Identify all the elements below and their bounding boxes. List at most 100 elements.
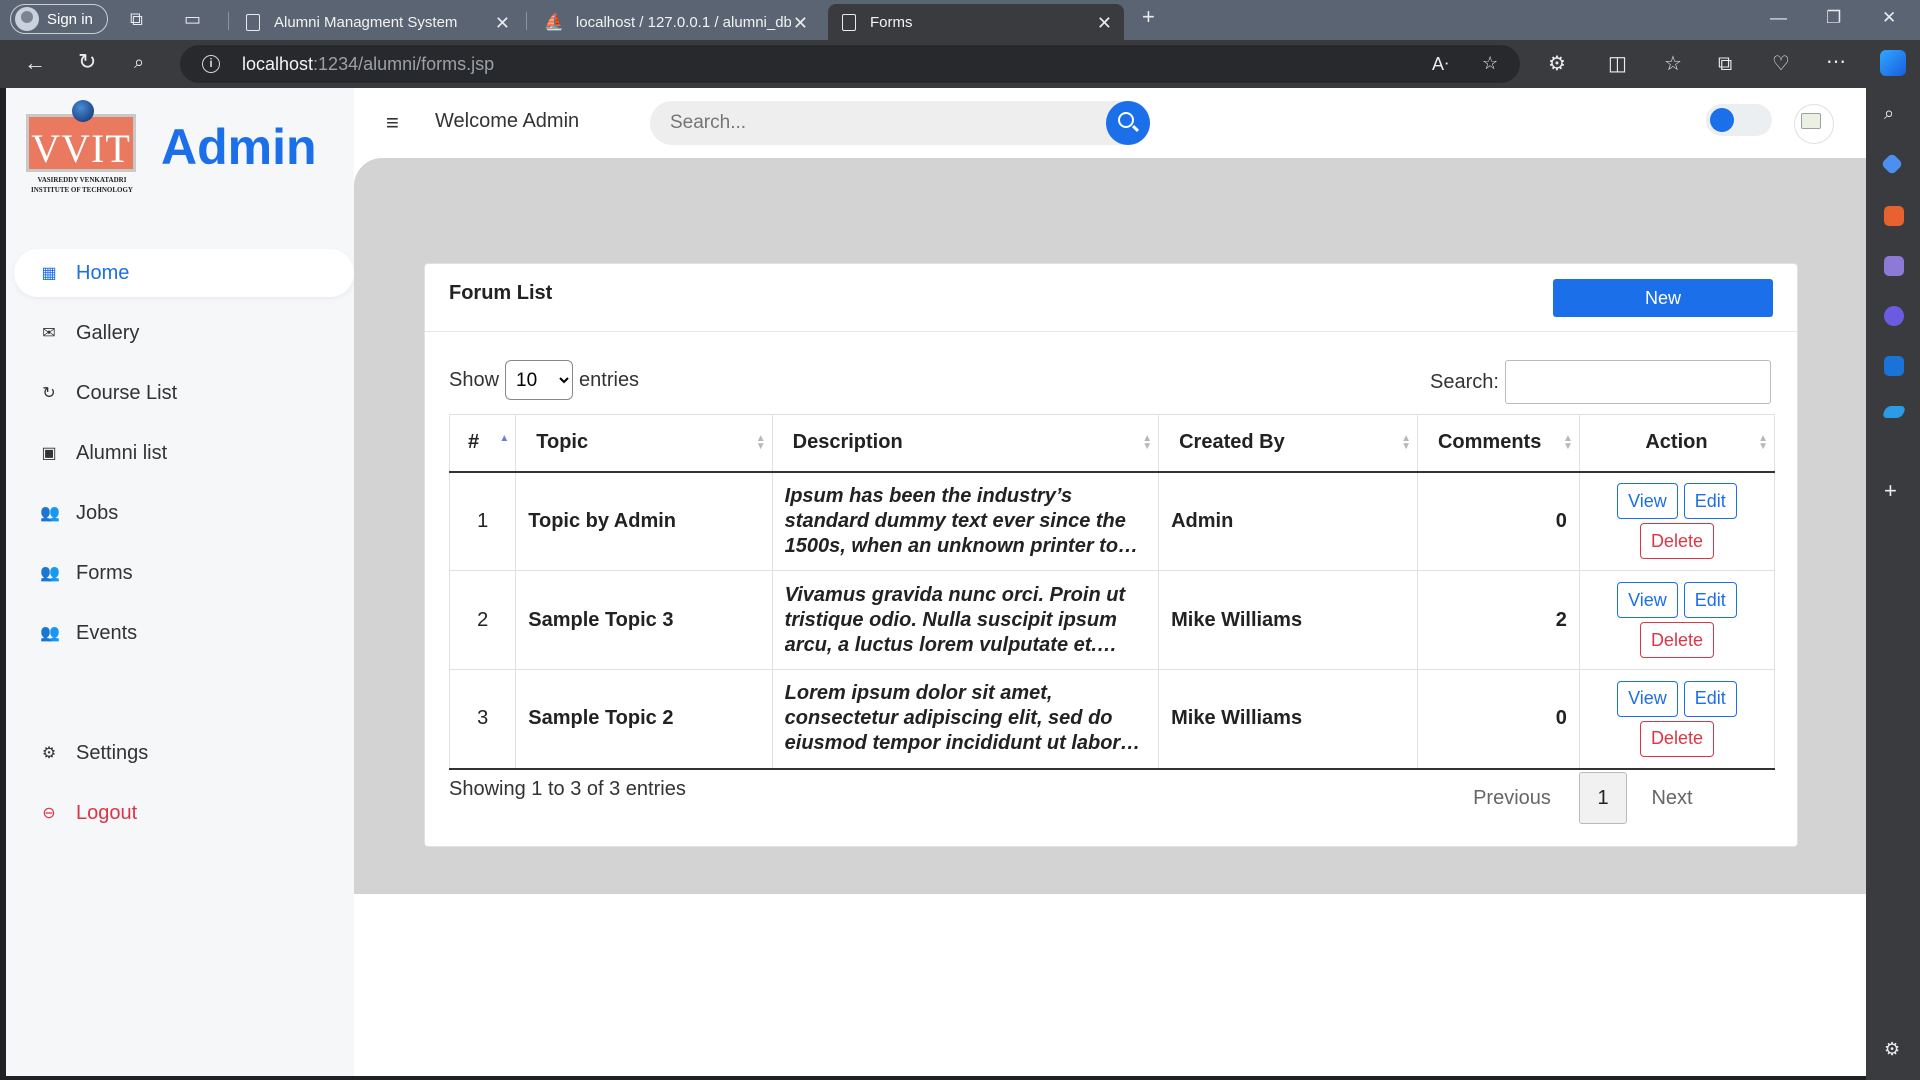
- users-icon: 👥: [40, 625, 60, 642]
- sidebar-item-label: Logout: [76, 801, 138, 824]
- refresh-icon: ↻: [42, 385, 56, 402]
- users-icon: 👥: [40, 505, 60, 522]
- logo-caption: VASIREDDY VENKATADRI: [37, 176, 127, 184]
- edit-button[interactable]: Edit: [1683, 483, 1737, 520]
- row-comments: 0: [1416, 669, 1580, 770]
- sign-in-button[interactable]: Sign in: [10, 4, 108, 34]
- browser-toolbar: ← ↻ ⌕ i localhost:1234/alumni/forms.jsp …: [0, 40, 1920, 88]
- envelope-icon: ✉: [42, 325, 56, 342]
- table-search-input[interactable]: [1504, 360, 1771, 404]
- next-page-button[interactable]: Next: [1627, 787, 1717, 810]
- search-input[interactable]: [668, 101, 1048, 145]
- workspaces-icon[interactable]: ⧉: [130, 10, 143, 28]
- column-header-topic[interactable]: Topic ▲ ▼: [515, 414, 773, 473]
- row-index: 1: [448, 471, 517, 571]
- extensions-icon[interactable]: ⚙: [1548, 54, 1566, 74]
- page-length-control: Show 10 entries: [449, 360, 639, 400]
- favorite-star-icon[interactable]: ☆: [1482, 54, 1498, 72]
- row-actions: View Edit Delete: [1578, 669, 1776, 770]
- outlook-icon[interactable]: [1884, 356, 1904, 376]
- favorites-icon[interactable]: ☆: [1664, 54, 1682, 74]
- close-icon[interactable]: ✕: [793, 13, 808, 34]
- sidebar-item-events[interactable]: 👥 Events: [14, 609, 354, 657]
- vvit-logo: VVIT VASIREDDY VENKATADRI INSTITUTE OF T…: [26, 100, 138, 200]
- table-row: 2 Sample Topic 3 Vivamus gravida nunc or…: [448, 570, 1776, 670]
- shopping-tag-icon[interactable]: [1880, 152, 1904, 176]
- collections-icon[interactable]: ⧉: [1718, 54, 1732, 74]
- forum-table: # ▲ Topic ▲ ▼ Description ▲ ▼ Created By ▲ ▼ Co…: [448, 414, 1776, 770]
- sidebar-item-logout[interactable]: ⊖ Logout: [14, 789, 354, 837]
- previous-page-button[interactable]: Previous: [1445, 787, 1579, 810]
- refresh-icon[interactable]: ↻: [78, 51, 96, 73]
- delete-button[interactable]: Delete: [1639, 720, 1714, 757]
- back-icon[interactable]: ←: [24, 52, 46, 74]
- url-text: localhost:1234/alumni/forms.jsp: [242, 54, 495, 74]
- copilot-icon[interactable]: [1880, 50, 1906, 76]
- menu-icon[interactable]: ≡: [386, 110, 399, 136]
- view-button[interactable]: View: [1617, 680, 1678, 717]
- tab-phpmyadmin[interactable]: ⛵ localhost / 127.0.0.1 / alumni_db ✕: [530, 4, 820, 40]
- browser-tab-bar: Sign in ⧉ ▭ Alumni Managment System ✕ ⛵ …: [0, 0, 1920, 40]
- chat-icon: ▣: [41, 445, 57, 462]
- restore-icon[interactable]: ❐: [1826, 8, 1841, 28]
- tab-title: localhost / 127.0.0.1 / alumni_db: [575, 13, 791, 31]
- page-button-1[interactable]: 1: [1579, 772, 1627, 824]
- row-topic: Topic by Admin: [515, 471, 773, 571]
- close-icon[interactable]: ✕: [495, 13, 510, 34]
- tools-icon[interactable]: [1884, 206, 1904, 226]
- sidebar-item-label: Events: [76, 621, 138, 644]
- search-icon[interactable]: ⌕: [1884, 104, 1894, 122]
- sidebar-item-home[interactable]: ▦ Home: [14, 249, 354, 297]
- delete-button[interactable]: Delete: [1639, 622, 1714, 658]
- close-icon[interactable]: ✕: [1097, 13, 1112, 34]
- column-header-description[interactable]: Description ▲ ▼: [771, 414, 1160, 473]
- more-options-icon[interactable]: ⋯: [1826, 52, 1846, 72]
- settings-icon[interactable]: ⚙: [1884, 1040, 1900, 1058]
- tab-forms[interactable]: Forms ✕: [828, 4, 1124, 40]
- theme-toggle[interactable]: [1706, 104, 1772, 136]
- row-topic: Sample Topic 3: [515, 570, 773, 670]
- edit-button[interactable]: Edit: [1683, 680, 1737, 717]
- sidebar-item-gallery[interactable]: ✉ Gallery: [14, 309, 354, 357]
- tab-alumni-system[interactable]: Alumni Managment System ✕: [232, 4, 522, 40]
- copilot-app-icon[interactable]: [1884, 306, 1904, 326]
- tab-actions-icon[interactable]: ▭: [184, 10, 201, 28]
- globe-icon: [72, 100, 94, 122]
- split-screen-icon[interactable]: ◫: [1608, 54, 1627, 74]
- site-info-icon[interactable]: i: [202, 55, 220, 73]
- view-button[interactable]: View: [1617, 582, 1678, 618]
- read-aloud-icon[interactable]: Aᐧ: [1432, 55, 1449, 73]
- column-header-index[interactable]: # ▲: [448, 414, 517, 473]
- delete-button[interactable]: Delete: [1639, 523, 1714, 560]
- add-icon[interactable]: +: [1884, 480, 1897, 502]
- search-button[interactable]: [1106, 101, 1150, 145]
- column-header-created-by[interactable]: Created By ▲ ▼: [1158, 414, 1418, 473]
- tab-title: Alumni Managment System: [274, 13, 458, 31]
- browser-essentials-icon[interactable]: ♡: [1772, 54, 1790, 74]
- address-bar[interactable]: i localhost:1234/alumni/forms.jsp Aᐧ ☆: [180, 45, 1520, 83]
- sort-asc-icon: ▲: [499, 433, 510, 444]
- column-header-action[interactable]: Action ▲ ▼: [1578, 414, 1776, 473]
- table-info: Showing 1 to 3 of 3 entries: [449, 778, 686, 800]
- new-tab-icon[interactable]: +: [1142, 6, 1155, 28]
- minimize-icon[interactable]: —: [1770, 8, 1787, 28]
- new-forum-button[interactable]: New: [1553, 279, 1773, 317]
- games-icon[interactable]: [1884, 256, 1904, 276]
- sidebar-item-settings[interactable]: ⚙ Settings: [14, 729, 354, 777]
- avatar[interactable]: [1794, 104, 1834, 144]
- send-icon[interactable]: [1881, 406, 1907, 418]
- logo-caption: INSTITUTE OF TECHNOLOGY: [31, 186, 133, 194]
- sidebar-item-course-list[interactable]: ↻ Course List: [14, 369, 354, 417]
- card-title: Forum List: [449, 282, 553, 304]
- close-window-icon[interactable]: ✕: [1882, 8, 1896, 28]
- sidebar-item-forms[interactable]: 👥 Forms: [14, 549, 354, 597]
- page-length-select[interactable]: 10: [505, 360, 574, 400]
- view-button[interactable]: View: [1617, 483, 1678, 520]
- search-icon[interactable]: ⌕: [134, 53, 144, 71]
- sidebar-item-jobs[interactable]: 👥 Jobs: [14, 489, 354, 537]
- sidebar-item-alumni-list[interactable]: ▣ Alumni list: [14, 429, 354, 477]
- column-header-comments[interactable]: Comments ▲ ▼: [1416, 414, 1580, 473]
- edit-button[interactable]: Edit: [1683, 582, 1737, 618]
- tab-separator: [228, 12, 229, 30]
- row-actions: View Edit Delete: [1578, 570, 1776, 670]
